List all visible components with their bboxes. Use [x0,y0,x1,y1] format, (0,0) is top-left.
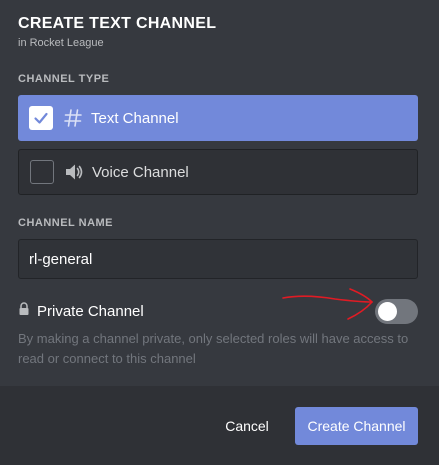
speaker-icon [64,162,84,182]
private-channel-label: Private Channel [37,302,144,320]
text-channel-label: Text Channel [91,109,179,127]
voice-channel-label: Voice Channel [92,163,189,181]
hash-icon [63,108,83,128]
modal-footer: Cancel Create Channel [0,386,439,465]
text-channel-option[interactable]: Text Channel [18,95,418,141]
create-channel-modal: CREATE TEXT CHANNEL in Rocket League CHA… [0,0,439,465]
modal-title: CREATE TEXT CHANNEL [18,15,217,32]
toggle-knob [378,302,397,321]
channel-name-label: CHANNEL NAME [18,217,114,229]
checkmark-icon [34,112,48,124]
modal-subtitle: in Rocket League [18,37,104,49]
lock-icon [18,301,37,321]
create-channel-button[interactable]: Create Channel [295,407,418,445]
voice-channel-option[interactable]: Voice Channel [18,149,418,195]
text-channel-checkbox[interactable] [29,106,53,130]
voice-channel-checkbox[interactable] [30,160,54,184]
private-channel-toggle[interactable] [375,299,418,324]
channel-type-label: CHANNEL TYPE [18,73,110,85]
cancel-button[interactable]: Cancel [219,413,275,439]
red-arrow-annotation [282,288,374,320]
modal-header: CREATE TEXT CHANNEL in Rocket League [18,14,216,49]
channel-name-input[interactable] [18,239,418,279]
private-channel-description: By making a channel private, only select… [18,331,409,366]
